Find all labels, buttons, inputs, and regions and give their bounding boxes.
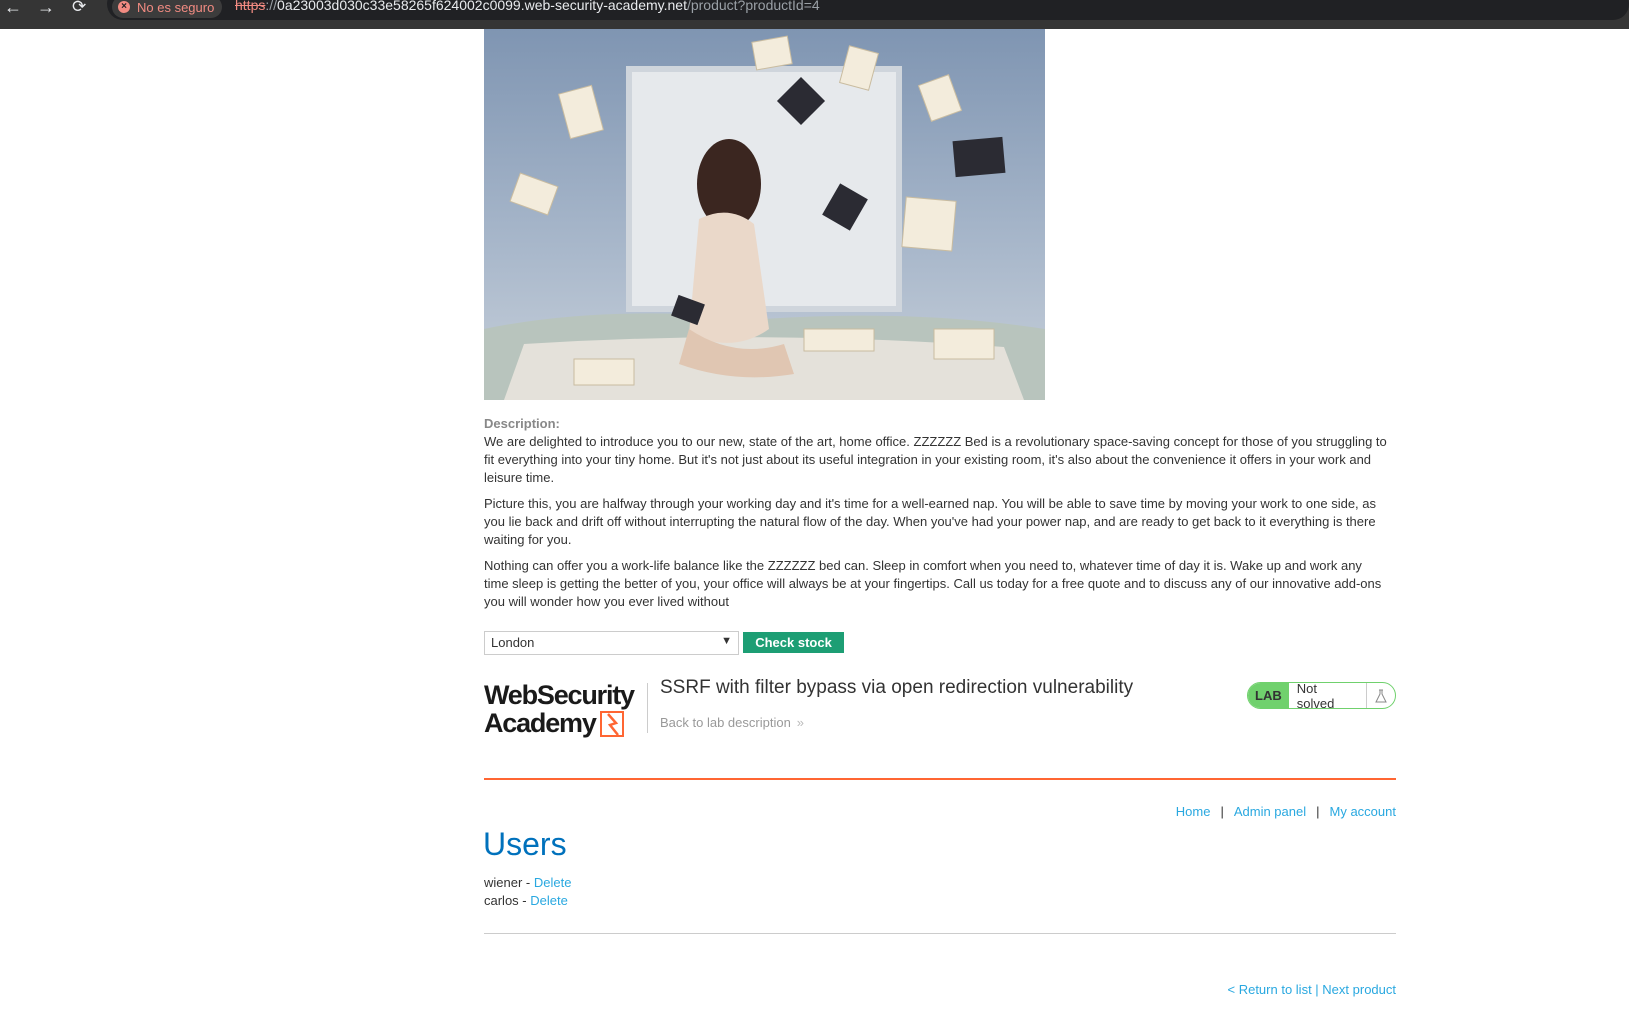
admin-panel-link[interactable]: Admin panel xyxy=(1234,804,1306,819)
description-paragraph: Picture this, you are halfway through yo… xyxy=(484,496,1377,547)
user-name: carlos xyxy=(484,893,519,908)
back-arrow-icon[interactable]: ← xyxy=(4,0,22,17)
store-select[interactable]: London ▼ xyxy=(484,631,739,655)
user-separator: - xyxy=(518,893,531,908)
chevron-down-icon: ▼ xyxy=(721,635,732,647)
nav-separator: | xyxy=(1316,804,1320,819)
url-text[interactable]: https://0a23003d030c33e58265f624002c0099… xyxy=(235,0,820,13)
top-navigation: Home | Admin panel | My account xyxy=(1176,804,1396,819)
forward-arrow-icon[interactable]: → xyxy=(37,0,55,17)
user-row: wiener - Delete xyxy=(484,875,571,890)
lab-status-text: Not solved xyxy=(1296,682,1335,709)
delete-user-link[interactable]: Delete xyxy=(530,893,568,908)
url-path: /product?productId=4 xyxy=(686,0,820,13)
url-host: 0a23003d030c33e58265f624002c0099.web-sec… xyxy=(277,0,687,13)
return-to-list-link[interactable]: < Return to list xyxy=(1228,982,1312,997)
description-paragraph: We are delighted to introduce you to our… xyxy=(484,434,1387,485)
not-secure-icon: × xyxy=(118,1,130,13)
my-account-link[interactable]: My account xyxy=(1330,804,1396,819)
logo-divider xyxy=(647,683,648,733)
pagination-separator: | xyxy=(1311,982,1323,997)
security-indicator[interactable]: × No es seguro xyxy=(112,0,223,18)
url-separator: :// xyxy=(265,0,278,13)
check-stock-button[interactable]: Check stock xyxy=(743,632,844,653)
reload-icon[interactable]: ⟳ xyxy=(72,0,86,17)
browser-toolbar: ← → ⟳ × No es seguro https://0a23003d030… xyxy=(0,0,1629,29)
url-scheme: https xyxy=(235,0,266,13)
store-select-value: London xyxy=(491,635,535,650)
web-security-academy-logo[interactable]: WebSecurity Academy xyxy=(484,680,647,740)
nav-separator: | xyxy=(1220,804,1224,819)
logo-text-line1: WebSecurity xyxy=(484,680,635,710)
logo-text-line2: Academy xyxy=(484,708,597,738)
back-to-lab-description-link[interactable]: Back to lab description » xyxy=(660,715,804,730)
header-divider xyxy=(484,778,1396,780)
lab-badge: LAB xyxy=(1248,683,1289,708)
delete-user-link[interactable]: Delete xyxy=(534,875,572,890)
lab-title: SSRF with filter bypass via open redirec… xyxy=(660,677,1134,698)
security-label: No es seguro xyxy=(137,0,215,15)
lab-status-widget: LAB Not solved xyxy=(1247,682,1396,709)
home-link[interactable]: Home xyxy=(1176,804,1211,819)
description-label: Description: xyxy=(484,416,560,431)
back-link-label: Back to lab description xyxy=(660,715,791,730)
next-product-link[interactable]: Next product xyxy=(1322,982,1396,997)
user-row: carlos - Delete xyxy=(484,893,568,908)
product-image xyxy=(484,29,1045,400)
double-chevron-right-icon: » xyxy=(796,715,805,730)
user-separator: - xyxy=(522,875,534,890)
user-name: wiener xyxy=(484,875,523,890)
product-pagination: < Return to list | Next product xyxy=(1228,982,1397,997)
description-paragraph: Nothing can offer you a work-life balanc… xyxy=(484,558,1382,609)
flask-icon xyxy=(1366,683,1395,708)
content-divider xyxy=(484,933,1396,934)
users-heading: Users xyxy=(483,826,567,862)
